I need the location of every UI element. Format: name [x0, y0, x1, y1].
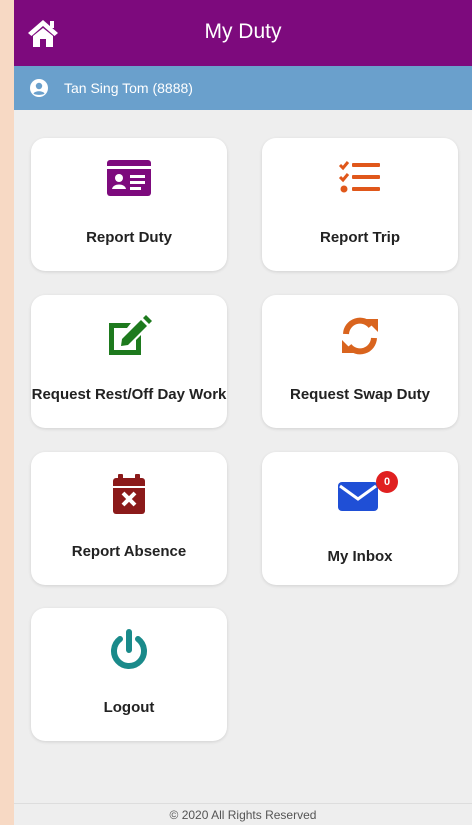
- footer: © 2020 All Rights Reserved: [14, 803, 472, 825]
- inbox-badge: 0: [376, 471, 398, 493]
- my-inbox-card[interactable]: 0 My Inbox: [262, 452, 458, 585]
- report-trip-card[interactable]: Report Trip: [262, 138, 458, 271]
- card-label: Request Swap Duty: [289, 386, 431, 403]
- calendar-x-icon: [113, 474, 145, 514]
- logout-card[interactable]: Logout: [31, 608, 227, 741]
- report-absence-card[interactable]: Report Absence: [31, 452, 227, 585]
- user-name: Tan Sing Tom (8888): [64, 80, 193, 96]
- request-swap-duty-card[interactable]: Request Swap Duty: [262, 295, 458, 428]
- card-label: Report Duty: [86, 229, 172, 246]
- checklist-icon: [338, 161, 380, 193]
- edit-icon: [109, 315, 152, 355]
- card-label: My Inbox: [327, 548, 393, 565]
- page-title: My Duty: [204, 20, 282, 43]
- user-bar: Tan Sing Tom (8888): [14, 66, 472, 110]
- card-label: Report Absence: [71, 543, 187, 560]
- card-label: Report Trip: [319, 229, 400, 246]
- sync-icon: [342, 317, 378, 355]
- card-label: Logout: [103, 699, 155, 716]
- request-rest-off-day-work-card[interactable]: Request Rest/Off Day Work: [31, 295, 227, 428]
- report-duty-card[interactable]: Report Duty: [31, 138, 227, 271]
- user-circle-icon: [30, 79, 48, 97]
- app-header: My Duty: [14, 0, 472, 66]
- id-card-icon: [107, 160, 151, 196]
- power-icon: [111, 629, 147, 669]
- card-label: Request Rest/Off Day Work: [31, 386, 227, 403]
- app-screen: My Duty Tan Sing Tom (8888) Report Duty: [14, 0, 472, 825]
